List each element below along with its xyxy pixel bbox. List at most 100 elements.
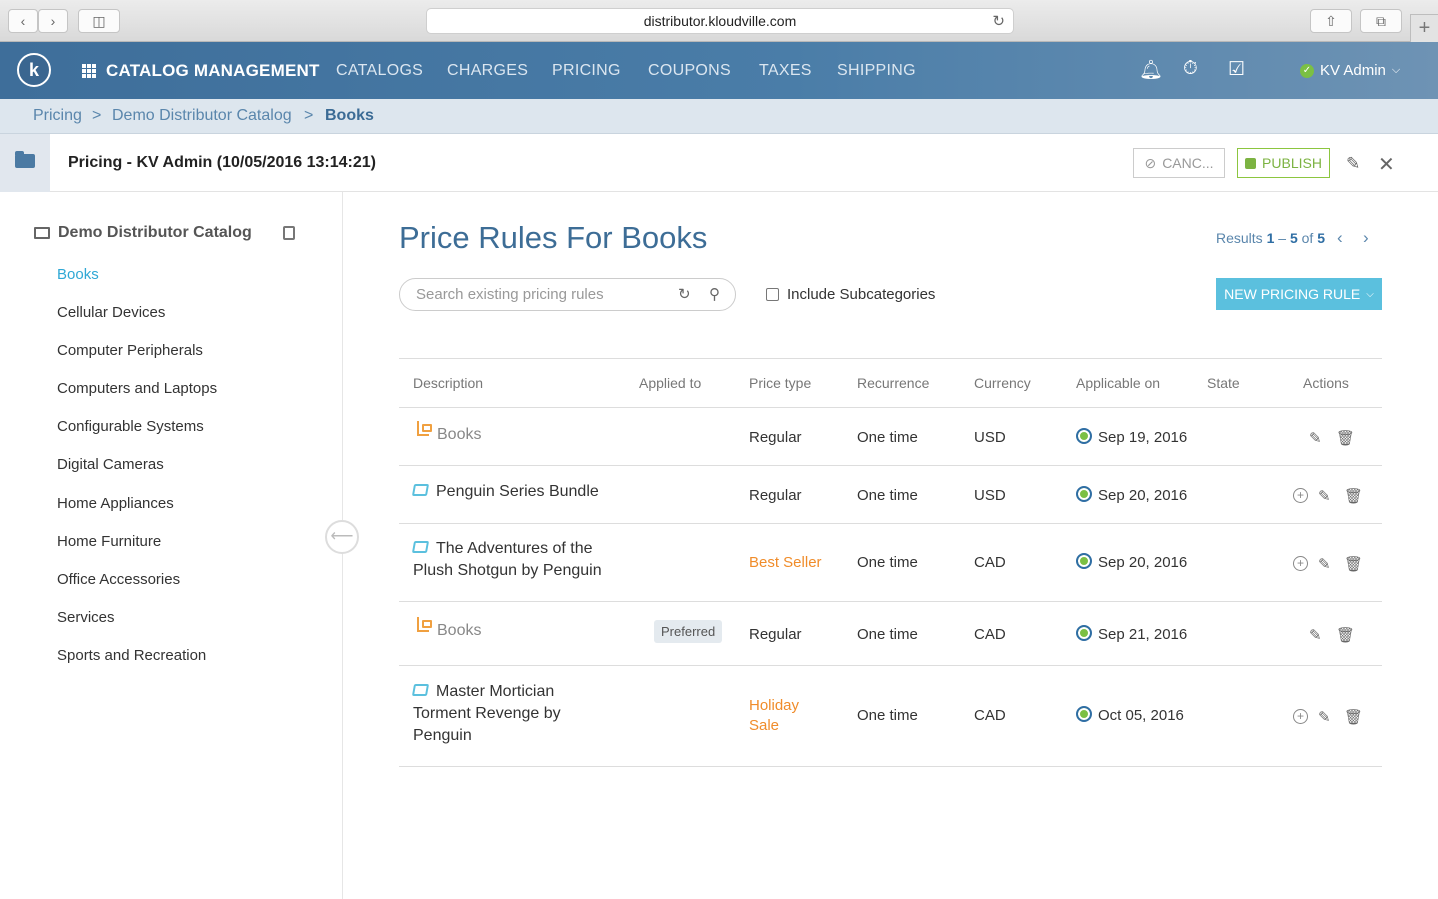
search-document-icon[interactable] [283,226,295,240]
sidebar-icon: ◫ [92,12,106,29]
sidebar-item-digital-cameras[interactable]: Digital Cameras [57,456,164,473]
edit-icon[interactable]: ✎ [1318,708,1331,726]
nav-coupons[interactable]: COUPONS [648,62,731,80]
trash-icon[interactable]: 🗑︎ [1344,708,1363,726]
category-icon [417,421,432,436]
sidebar-toggle-button[interactable]: ◫ [78,9,120,33]
price-type-line: Sale [749,717,780,734]
date-text: Sep 20, 2016 [1098,554,1188,571]
back-button[interactable]: ‹ [8,9,38,33]
address-bar[interactable]: distributor.kloudville.com ↻ [426,8,1014,34]
nav-catalogs[interactable]: CATALOGS [336,62,423,80]
prev-page-icon[interactable]: ‹ [1337,228,1343,248]
row-recurrence: One time [857,707,918,724]
book-icon [34,227,50,239]
table-row[interactable]: Books Preferred Regular One time CAD Sep… [399,602,1382,666]
table-row[interactable]: Master Mortician Torment Revenge by Pengui… [399,666,1382,767]
edit-icon[interactable]: ✎ [1309,626,1322,644]
table-row[interactable]: Penguin Series Bundle Regular One time U… [399,466,1382,524]
sidebar-item-computer-peripherals[interactable]: Computer Peripherals [57,342,203,359]
publish-button[interactable]: PUBLISH [1237,148,1330,178]
publish-icon [1245,157,1257,169]
clipboard-check-icon[interactable]: ☑ [1228,58,1245,81]
nav-pricing[interactable]: PRICING [552,62,621,80]
next-page-icon[interactable]: › [1363,228,1369,248]
share-button[interactable]: ⇧ [1310,9,1352,33]
include-subcategories[interactable]: Include Subcategories [766,286,935,303]
col-currency[interactable]: Currency [974,375,1031,391]
row-description[interactable]: Master Mortician Torment Revenge by Pengui… [411,681,623,747]
include-subcategories-label: Include Subcategories [787,286,936,303]
folder-tab[interactable] [0,134,50,192]
sidebar-item-computers-laptops[interactable]: Computers and Laptops [57,380,217,397]
kloudville-logo[interactable]: k [17,53,51,87]
add-circle-icon[interactable]: + [1293,709,1308,724]
search-input[interactable] [416,286,666,303]
nav-charges[interactable]: CHARGES [447,62,528,80]
breadcrumb: Pricing > Demo Distributor Catalog > Boo… [0,99,1438,134]
new-pricing-rule-button[interactable]: NEW PRICING RULE ⌵ [1216,278,1382,310]
app-title[interactable]: CATALOG MANAGEMENT [106,61,320,81]
cancel-button[interactable]: ⊘ CANC... [1133,148,1225,178]
sidebar-item-configurable-systems[interactable]: Configurable Systems [57,418,204,435]
chevron-down-icon: ⌵ [1391,64,1401,76]
reload-icon[interactable]: ↻ [992,12,1005,30]
col-applicable-on[interactable]: Applicable on [1076,375,1160,391]
breadcrumb-catalog[interactable]: Demo Distributor Catalog [112,107,292,125]
row-description[interactable]: Books [413,617,623,642]
sidebar-item-sports-recreation[interactable]: Sports and Recreation [57,647,206,664]
search-box: ↻ ⚲ [399,278,736,311]
include-subcategories-checkbox[interactable] [766,288,779,301]
trash-icon[interactable]: 🗑︎ [1344,555,1363,573]
clipboard-clock-icon[interactable]: ⏱ [1183,58,1198,80]
pencil-icon[interactable]: ✎ [1346,154,1360,174]
table-row[interactable]: The Adventures of the Plush Shotgun by Pe… [399,524,1382,602]
apps-grid-icon[interactable] [82,64,96,78]
table-row[interactable]: Books Regular One time USD Sep 19, 2016 … [399,408,1382,466]
catalog-header: Demo Distributor Catalog [34,224,252,242]
row-recurrence: One time [857,487,918,504]
col-state[interactable]: State [1207,375,1240,391]
col-recurrence[interactable]: Recurrence [857,375,929,391]
results-to: 5 [1289,230,1298,246]
nav-taxes[interactable]: TAXES [759,62,812,80]
bell-icon[interactable]: 🔔︎ [1139,58,1163,82]
breadcrumb-pricing[interactable]: Pricing [33,107,82,125]
sidebar-item-cellular-devices[interactable]: Cellular Devices [57,304,165,321]
sidebar-item-services[interactable]: Services [57,609,115,626]
app-navbar: k CATALOG MANAGEMENT CATALOGS CHARGES PR… [0,42,1438,99]
search-icon[interactable]: ⚲ [709,285,720,303]
sidebar-item-books[interactable]: Books [57,266,99,283]
trash-icon[interactable]: 🗑︎ [1344,487,1363,505]
row-description[interactable]: Books [413,421,623,446]
new-tab-button[interactable]: + [1410,14,1438,42]
row-applicable-on: Sep 20, 2016 [1076,486,1187,504]
row-description[interactable]: Penguin Series Bundle [411,481,623,503]
trash-icon[interactable]: 🗑︎ [1336,626,1355,644]
add-circle-icon[interactable]: + [1293,556,1308,571]
status-dot-icon [1076,486,1092,502]
collapse-sidebar-button[interactable]: ⟵ [325,520,359,554]
row-description[interactable]: The Adventures of the Plush Shotgun by Pe… [411,538,623,582]
new-pricing-rule-label: NEW PRICING RULE [1224,286,1361,302]
edit-icon[interactable]: ✎ [1309,429,1322,447]
add-circle-icon[interactable]: + [1293,488,1308,503]
applied-to-badge: Preferred [654,620,723,643]
forward-button[interactable]: › [38,9,68,33]
trash-icon[interactable]: 🗑︎ [1336,429,1355,447]
col-price-type[interactable]: Price type [749,375,811,391]
edit-icon[interactable]: ✎ [1318,555,1331,573]
nav-shipping[interactable]: SHIPPING [837,62,916,80]
edit-icon[interactable]: ✎ [1318,487,1331,505]
tabs-button[interactable]: ⧉ [1360,9,1402,33]
sidebar-item-home-appliances[interactable]: Home Appliances [57,495,174,512]
close-icon[interactable]: ✕ [1378,152,1395,177]
sidebar-item-office-accessories[interactable]: Office Accessories [57,571,180,588]
tabs-icon: ⧉ [1376,12,1386,29]
chevron-down-icon: ⌵ [1366,288,1374,300]
col-applied-to[interactable]: Applied to [639,375,701,391]
col-description[interactable]: Description [413,375,483,391]
user-menu[interactable]: ✓ KV Admin ⌵ [1300,62,1400,79]
refresh-icon[interactable]: ↻ [678,285,691,303]
sidebar-item-home-furniture[interactable]: Home Furniture [57,533,161,550]
